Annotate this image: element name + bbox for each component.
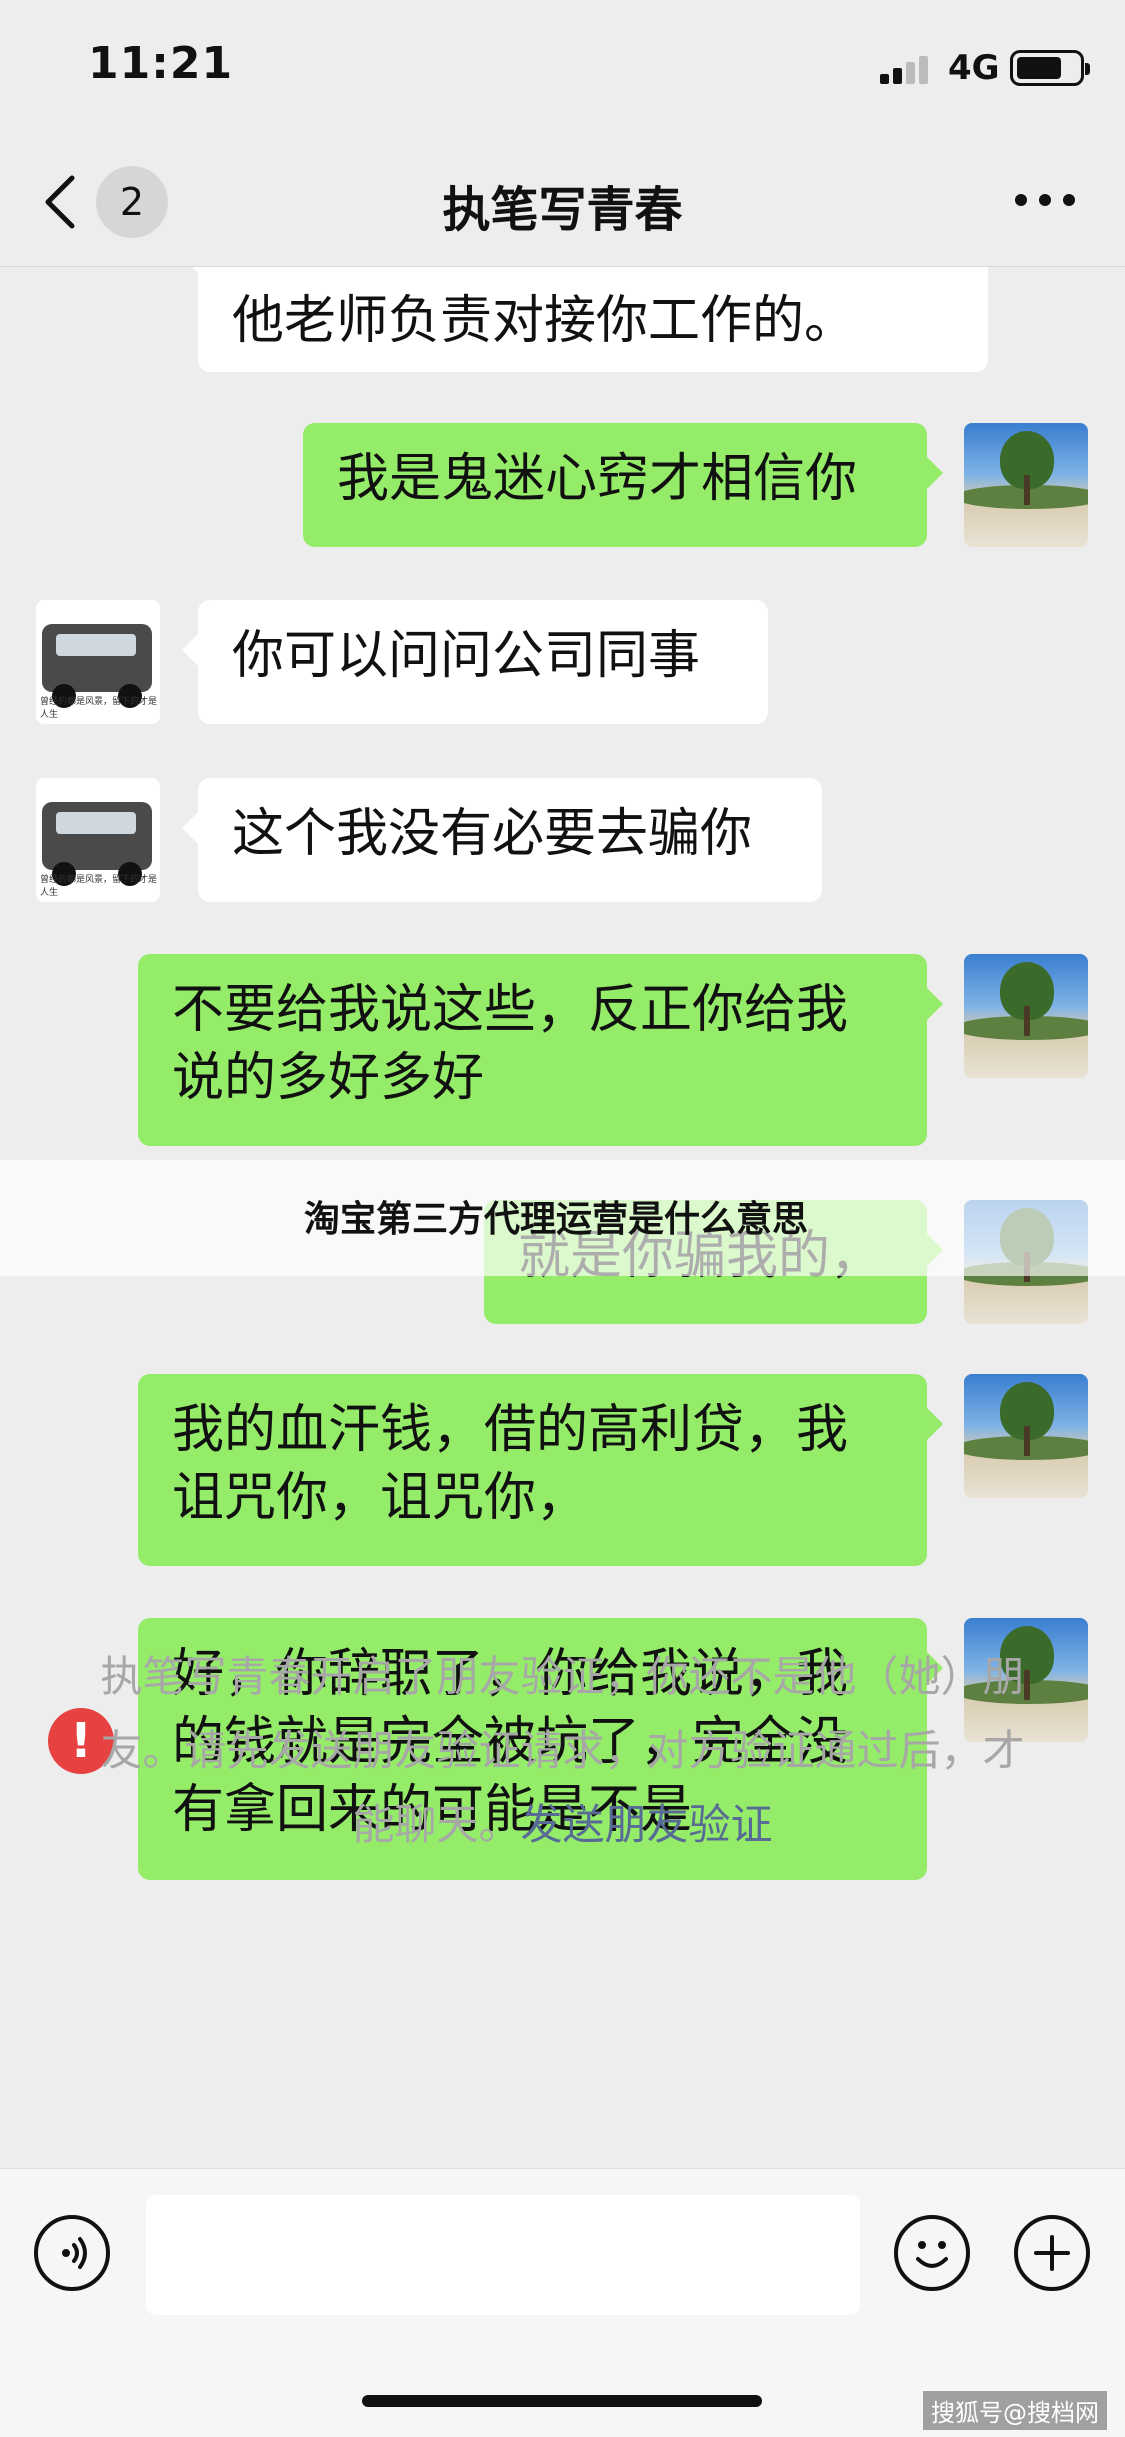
overlay-banner: 淘宝第三方代理运营是什么意思: [0, 1160, 1125, 1276]
input-bar: 搜狐号@搜档网: [0, 2168, 1125, 2437]
send-verification-link[interactable]: 发送朋友验证: [521, 1800, 773, 1849]
contact-avatar[interactable]: 曾经的都是风景，留下的才是人生: [36, 600, 160, 724]
message-bubble-left[interactable]: 你可以问问公司同事: [182, 600, 768, 724]
voice-button[interactable]: [34, 2215, 110, 2291]
status-bar: 11:21 4G: [0, 0, 1125, 130]
message-bubble-right[interactable]: 我是鬼迷心窍才相信你: [303, 423, 943, 547]
more-button[interactable]: [1015, 190, 1075, 210]
message-input[interactable]: [146, 2195, 860, 2315]
message-bubble-left[interactable]: 这个我没有必要去骗你: [182, 778, 822, 902]
overlay-caption: 淘宝第三方代理运营是什么意思: [304, 1199, 809, 1240]
contact-avatar[interactable]: 曾经的都是风景，留下的才是人生: [36, 778, 160, 902]
add-button[interactable]: [1014, 2215, 1090, 2291]
self-avatar[interactable]: [964, 954, 1088, 1078]
watermark: 搜狐号@搜档网: [923, 2391, 1107, 2430]
signal-icon: [880, 52, 932, 84]
message-bubble-right[interactable]: 不要给我说这些，反正你给我说的多好多好: [138, 954, 943, 1146]
chat-title: 执笔写青春: [442, 182, 683, 238]
friend-verification-notice: 执笔写青春开启了朋友验证，你还不是他（她）朋友。请先发送朋友验证请求，对方验证通…: [100, 1652, 1025, 1849]
home-indicator: [362, 2395, 762, 2407]
message-bubble-left[interactable]: 他老师负责对接你工作的。: [182, 267, 988, 372]
plus-icon: [1034, 2235, 1070, 2271]
battery-icon: [1010, 50, 1090, 86]
voice-icon: [62, 2237, 87, 2269]
emoji-icon: [916, 2241, 948, 2268]
message-bubble-right[interactable]: 我的血汗钱，借的高利贷，我诅咒你，诅咒你，: [138, 1374, 943, 1566]
status-time: 11:21: [88, 38, 234, 89]
chat-header: 2 执笔写青春: [0, 130, 1125, 267]
self-avatar[interactable]: [964, 1374, 1088, 1498]
self-avatar[interactable]: [964, 423, 1088, 547]
emoji-button[interactable]: [894, 2215, 970, 2291]
network-label: 4G: [948, 48, 1000, 88]
